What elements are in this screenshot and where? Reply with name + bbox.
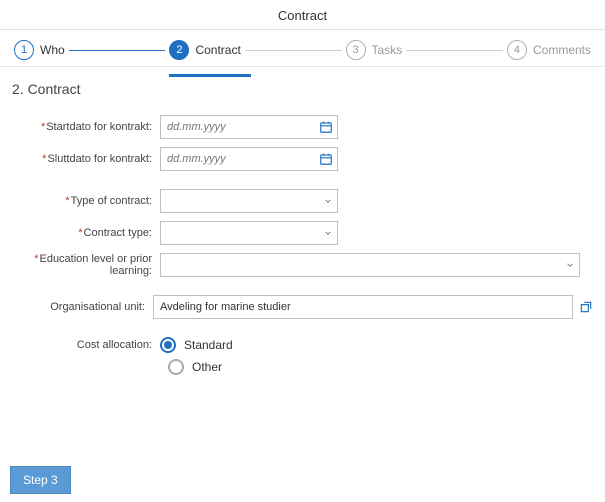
radio-standard[interactable] [160, 337, 176, 353]
chevron-down-icon [323, 228, 333, 238]
next-step-button[interactable]: Step 3 [10, 466, 71, 494]
radio-standard-label: Standard [184, 338, 233, 352]
page-title: Contract [0, 0, 605, 30]
start-date-input[interactable] [167, 116, 331, 138]
contract-type-select[interactable] [160, 221, 338, 245]
step-number: 2 [169, 40, 189, 60]
step-number: 3 [346, 40, 366, 60]
step-label: Comments [533, 43, 591, 57]
footer: Step 3 [10, 466, 71, 494]
step-number: 4 [507, 40, 527, 60]
step-comments[interactable]: 4 Comments [507, 40, 591, 60]
step-number: 1 [14, 40, 34, 60]
education-select[interactable] [160, 253, 580, 277]
step-who[interactable]: 1 Who [14, 40, 65, 60]
chevron-down-icon [565, 260, 575, 270]
active-indicator [169, 74, 250, 77]
end-date-field[interactable] [160, 147, 338, 171]
connector [245, 50, 342, 51]
end-date-input[interactable] [167, 148, 331, 170]
step-label: Who [40, 43, 65, 57]
radio-other[interactable] [168, 359, 184, 375]
chevron-down-icon [323, 196, 333, 206]
step-label: Tasks [372, 43, 403, 57]
org-unit-value: Avdeling for marine studier [160, 301, 291, 313]
label-start-date: Startdato for kontrakt: [12, 121, 160, 133]
form: Startdato for kontrakt: Sluttdato for ko… [0, 105, 605, 387]
popout-icon[interactable] [579, 300, 593, 314]
calendar-icon[interactable] [319, 152, 333, 166]
label-org-unit: Organisational unit: [12, 301, 153, 313]
label-cost-allocation: Cost allocation: [12, 339, 160, 351]
step-tasks[interactable]: 3 Tasks [346, 40, 403, 60]
label-education: Education level or prior learning: [12, 253, 160, 277]
connector [406, 50, 503, 51]
label-end-date: Sluttdato for kontrakt: [12, 153, 160, 165]
connector [69, 50, 166, 51]
step-label: Contract [195, 43, 240, 57]
start-date-field[interactable] [160, 115, 338, 139]
label-contract-type: Contract type: [12, 227, 160, 239]
type-of-contract-select[interactable] [160, 189, 338, 213]
calendar-icon[interactable] [319, 120, 333, 134]
stepper: 1 Who 2 Contract 3 Tasks 4 Comments [0, 30, 605, 67]
radio-other-label: Other [192, 360, 222, 374]
label-type-of-contract: Type of contract: [12, 195, 160, 207]
section-title: 2. Contract [0, 67, 605, 105]
org-unit-field[interactable]: Avdeling for marine studier [153, 295, 573, 319]
step-contract[interactable]: 2 Contract [169, 40, 240, 60]
